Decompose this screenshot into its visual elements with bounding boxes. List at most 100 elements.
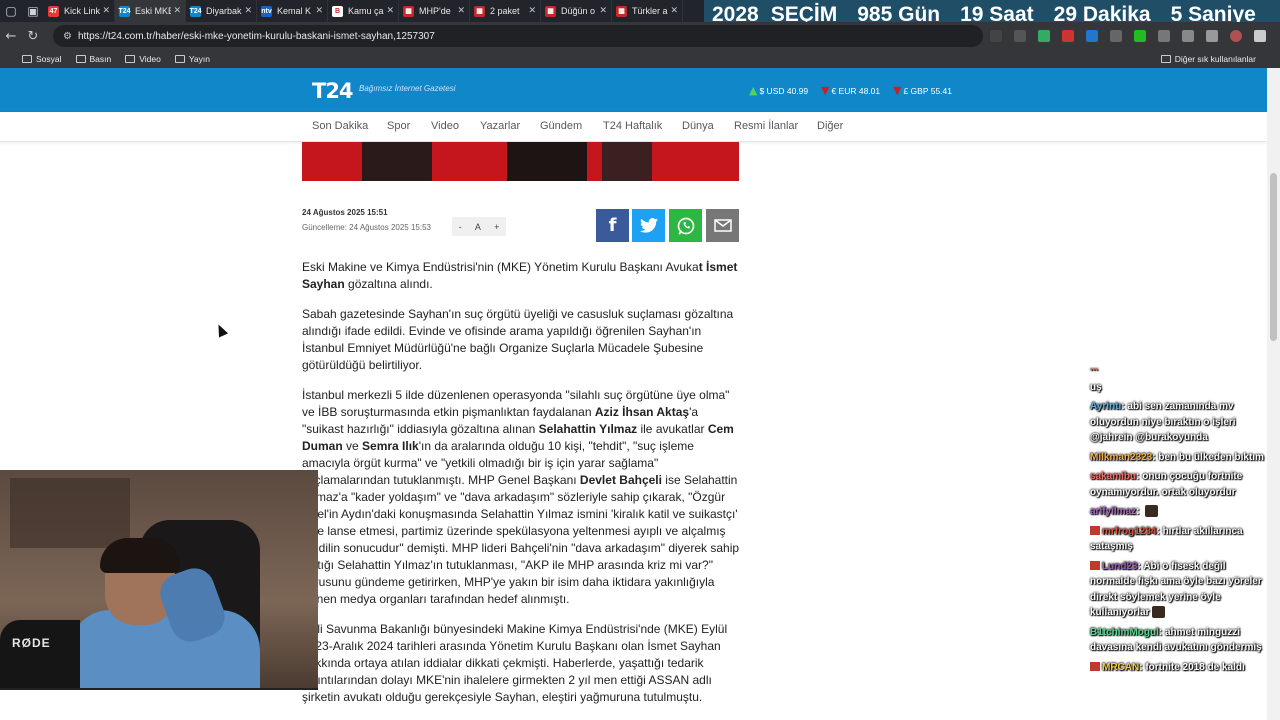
article-body: Eski Makine ve Kimya Endüstrisi'nin (MKE… [302, 259, 742, 719]
close-tab-icon[interactable]: ✕ [102, 6, 110, 16]
browser-tab[interactable]: ▦ MHP'de ✕ [399, 0, 470, 22]
chat-message: Milkman2323: ben bu ülkeden bıktım [1088, 450, 1266, 466]
browser-tab[interactable]: T24 Eski MKE ✕ [115, 0, 186, 22]
back-icon[interactable]: ← [0, 22, 22, 50]
chat-username[interactable]: MRCAN [1102, 662, 1139, 673]
bold-name: Devlet Bahçeli [579, 473, 662, 487]
workspaces-icon[interactable]: ▢ [0, 0, 22, 22]
chat-username[interactable]: sakamibu [1090, 471, 1136, 482]
microphone [0, 620, 80, 690]
extension-icon[interactable] [1110, 30, 1122, 42]
menu-gundem[interactable]: Gündem [540, 120, 582, 132]
reload-icon[interactable]: ↻ [22, 22, 44, 50]
close-tab-icon[interactable]: ✕ [670, 6, 678, 16]
tab-favicon-icon: B [332, 5, 343, 17]
extension-icon[interactable] [1014, 30, 1026, 42]
chat-message: MRCAN: fortnite 2018 de kaldı [1088, 660, 1266, 676]
browser-tab[interactable]: 47 Kick Link ✕ [44, 0, 115, 22]
extension-icon[interactable] [1062, 30, 1074, 42]
bookmark-folder-sosyal[interactable]: Sosyal [22, 54, 62, 64]
profile-avatar[interactable] [1230, 30, 1242, 42]
menu-yazarlar[interactable]: Yazarlar [480, 120, 520, 132]
close-tab-icon[interactable]: ✕ [528, 6, 536, 16]
folder-icon [1160, 55, 1171, 63]
chat-emote-icon [1145, 505, 1159, 518]
text-run: ve [342, 439, 363, 453]
text-run: ile avukatlar [637, 422, 708, 436]
chat-badge-icon [1090, 561, 1100, 571]
browser-tab[interactable]: B Kamu ça ✕ [328, 0, 399, 22]
bookmark-label: Yayın [188, 54, 210, 64]
close-tab-icon[interactable]: ✕ [173, 6, 181, 16]
chat-username[interactable]: B1tchimMogul [1090, 627, 1159, 638]
close-tab-icon[interactable]: ✕ [599, 6, 607, 16]
extension-icon[interactable] [990, 30, 1002, 42]
site-logo[interactable]: T24 [312, 79, 354, 103]
bookmarks-icon[interactable] [1182, 30, 1194, 42]
chat-username[interactable]: arifyilmaz [1090, 506, 1136, 517]
chat-badge-icon [1090, 662, 1100, 672]
bold-name: Aziz İhsan Aktaş [594, 405, 690, 419]
menu-dunya[interactable]: Dünya [682, 120, 714, 132]
menu-resmi-ilanlar[interactable]: Resmi İlanlar [734, 120, 798, 132]
fx-gbp: ▼ £ GBP 55.41 [893, 84, 952, 97]
chat-badge-icon [1090, 526, 1100, 536]
browser-tab[interactable]: T24 Diyarbak ✕ [186, 0, 257, 22]
bookmark-folder-basin[interactable]: Basın [75, 54, 112, 64]
bookmark-folder-yayin[interactable]: Yayın [174, 54, 210, 64]
chat-username[interactable]: Milkman2323 [1090, 452, 1152, 463]
close-tab-icon[interactable]: ✕ [386, 6, 394, 16]
browser-tab[interactable]: ▦ Türkler a ✕ [612, 0, 683, 22]
bookmarks-bar: Sosyal Basın Video Yayın Diğer sık kulla… [0, 50, 1280, 68]
chat-separator: : [1136, 506, 1143, 517]
fx-eur: ▼ € EUR 48.01 [821, 84, 880, 97]
menu-son-dakika[interactable]: Son Dakika [312, 120, 368, 132]
folder-icon [125, 55, 136, 63]
share-facebook-button[interactable]: f [596, 209, 629, 242]
extension-icon[interactable] [1158, 30, 1170, 42]
menu-icon[interactable] [1254, 30, 1266, 42]
font-increase-button[interactable]: + [494, 222, 499, 232]
site-tagline: Bağımsız İnternet Gazetesi [359, 84, 456, 93]
bookmark-label: Basın [89, 54, 112, 64]
menu-t24-haftalik[interactable]: T24 Haftalık [603, 120, 662, 132]
tab-favicon-icon: T24 [189, 5, 202, 17]
arrow-down-icon: ▼ [893, 84, 902, 97]
chat-text: ... [1090, 362, 1099, 373]
address-bar[interactable]: ⚙ https://t24.com.tr/haber/eski-mke-yone… [53, 25, 983, 47]
tab-title: Türkler a [632, 6, 668, 16]
publish-date: 24 Ağustos 2025 15:51 [302, 208, 388, 217]
other-bookmarks[interactable]: Diğer sık kullanılanlar [1160, 50, 1256, 68]
font-decrease-button[interactable]: - [459, 222, 462, 232]
extension-icon[interactable] [1134, 30, 1146, 42]
close-tab-icon[interactable]: ✕ [315, 6, 323, 16]
font-reset-button[interactable]: A [475, 222, 481, 232]
close-tab-icon[interactable]: ✕ [244, 6, 252, 16]
article-paragraph: İstanbul merkezli 5 ilde düzenlenen oper… [302, 387, 742, 608]
menu-video[interactable]: Video [431, 120, 459, 132]
share-whatsapp-button[interactable] [669, 209, 702, 242]
scrollbar-thumb[interactable] [1270, 173, 1277, 341]
share-email-button[interactable] [706, 209, 739, 242]
extension-icon[interactable] [1086, 30, 1098, 42]
chat-message: arifyilmaz: [1088, 504, 1266, 520]
bookmark-folder-video[interactable]: Video [125, 54, 161, 64]
chat-username[interactable]: Lund23 [1102, 561, 1138, 572]
tab-title: 2 paket [490, 6, 520, 16]
menu-spor[interactable]: Spor [387, 120, 410, 132]
tab-actions-icon[interactable]: ▣ [22, 0, 44, 22]
chat-username[interactable]: mrfrog1234 [1102, 526, 1156, 537]
browser-tab[interactable]: ntv Kemal K ✕ [257, 0, 328, 22]
menu-diger[interactable]: Diğer [817, 120, 843, 132]
page-scrollbar[interactable] [1267, 68, 1280, 720]
site-header: T24 Bağımsız İnternet Gazetesi ▲ $ USD 40… [0, 68, 1267, 112]
tab-title: Kemal K [277, 6, 312, 16]
share-twitter-button[interactable] [632, 209, 665, 242]
browser-tab[interactable]: ▦ 2 paket ✕ [470, 0, 541, 22]
browser-tab[interactable]: ▦ Düğün o ✕ [541, 0, 612, 22]
site-info-icon[interactable]: ⚙ [63, 31, 72, 42]
close-tab-icon[interactable]: ✕ [457, 6, 465, 16]
chat-username[interactable]: Ayrintı [1090, 401, 1121, 412]
extension-icon[interactable] [1038, 30, 1050, 42]
downloads-icon[interactable] [1206, 30, 1218, 42]
